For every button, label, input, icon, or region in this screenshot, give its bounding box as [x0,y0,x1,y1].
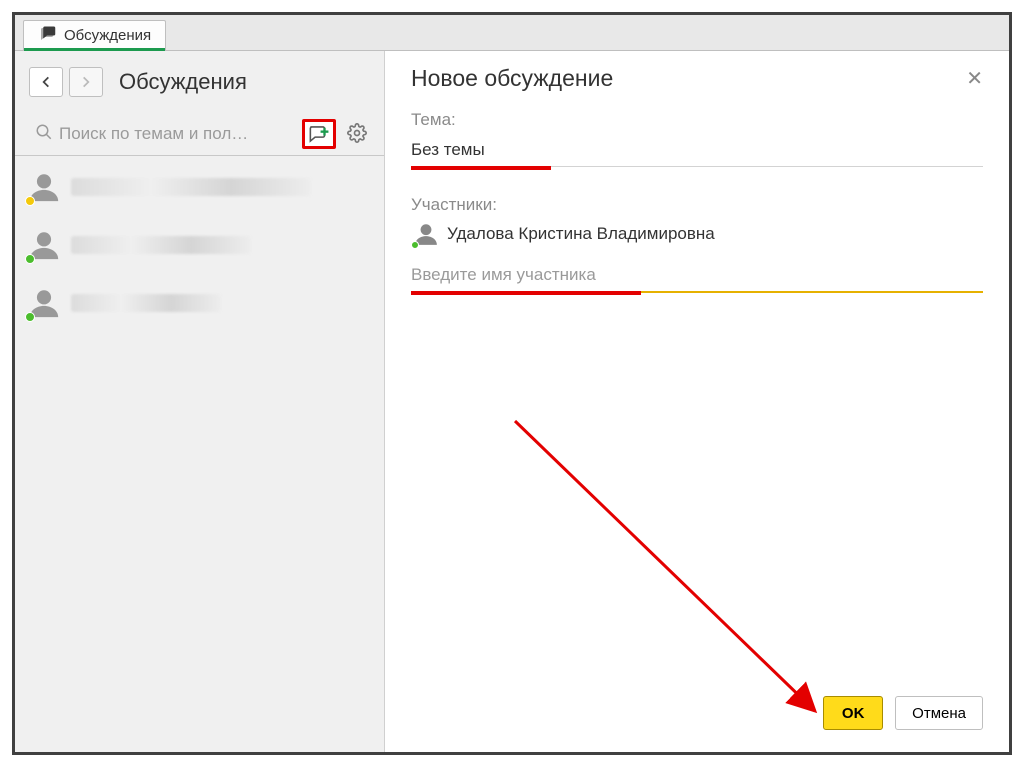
participant-name: Удалова Кристина Владимировна [447,224,715,244]
app-window: Обсуждения Обсуждения Поиск по темам и п [12,12,1012,755]
settings-button[interactable] [344,121,370,147]
redacted-text [71,178,311,196]
topic-field: Тема: [411,110,983,167]
avatar [27,228,61,262]
avatar [27,170,61,204]
dialog-title: Новое обсуждение [411,65,613,92]
presence-dot-icon [25,254,35,264]
content-area: Обсуждения Поиск по темам и пол… [15,51,1009,752]
topic-input[interactable] [411,136,983,167]
presence-dot-icon [411,241,419,249]
cancel-button[interactable]: Отмена [895,696,983,730]
search-icon [35,123,53,146]
new-discussion-dialog: Новое обсуждение ✕ Тема: Участники: [385,51,1009,752]
chat-list [15,156,384,334]
nav-forward-button[interactable] [69,67,103,97]
list-item[interactable] [27,166,372,208]
dialog-header: Новое обсуждение ✕ [411,65,983,92]
tab-label: Обсуждения [64,27,151,44]
pane-title: Обсуждения [119,69,247,95]
dialog-footer: OK Отмена [823,696,983,730]
list-item[interactable] [27,224,372,266]
add-participant-input[interactable] [411,261,983,293]
tab-bar: Обсуждения [15,15,1009,51]
left-pane: Обсуждения Поиск по темам и пол… [15,51,385,752]
close-button[interactable]: ✕ [966,66,983,91]
nav-back-button[interactable] [29,67,63,97]
chat-icon [38,25,56,47]
search-row: Поиск по темам и пол… [15,105,384,156]
new-discussion-button[interactable] [302,119,336,149]
tab-discussions[interactable]: Обсуждения [23,20,166,50]
topic-label: Тема: [411,110,983,130]
search-placeholder: Поиск по темам и пол… [59,124,248,144]
presence-dot-icon [25,196,35,206]
search-input[interactable]: Поиск по темам и пол… [35,123,294,146]
avatar [27,286,61,320]
list-item[interactable] [27,282,372,324]
participants-label: Участники: [411,195,983,215]
avatar [413,221,439,247]
ok-button[interactable]: OK [823,696,883,730]
close-icon: ✕ [966,68,983,90]
participants-section: Участники: Удалова Кристина Владимировна [411,195,983,293]
left-header: Обсуждения [15,61,384,105]
presence-dot-icon [25,312,35,322]
redacted-text [71,294,221,312]
redacted-text [71,236,251,254]
gear-icon [347,123,367,146]
participant-item: Удалова Кристина Владимировна [413,221,983,247]
